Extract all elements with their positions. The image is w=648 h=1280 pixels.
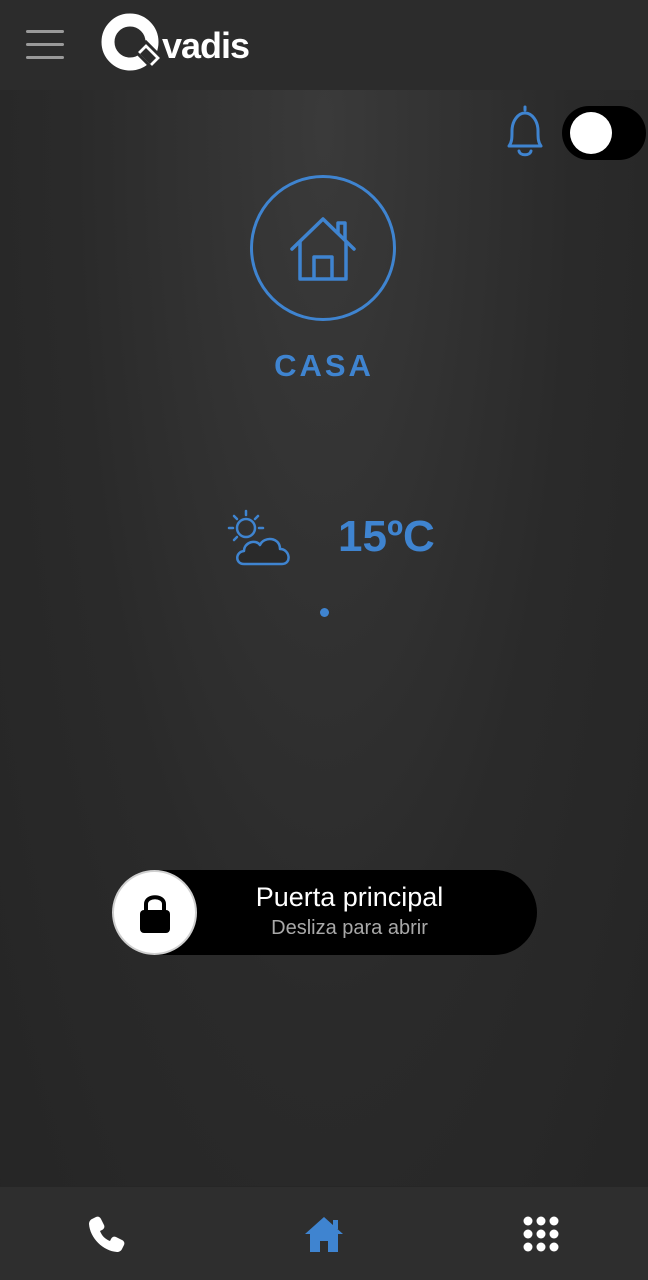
logo-q-mark-icon [101,13,165,71]
hamburger-menu-button[interactable] [24,26,68,62]
qvadis-logo: vadis [100,12,250,78]
top-app-bar: vadis [0,0,648,90]
mode-toggle-switch[interactable] [562,106,646,160]
house-outline-icon [290,217,356,281]
location-label: CASA [274,348,374,383]
temperature-readout: 15ºC [338,512,435,561]
nav-keypad-button[interactable] [518,1211,564,1257]
partly-cloudy-icon [222,506,300,570]
page-indicator-dot[interactable] [320,608,329,617]
bottom-navigation-bar [0,1187,648,1280]
menu-line [26,30,64,33]
home-location-button[interactable] [250,175,396,321]
notifications-bell-icon[interactable] [498,104,552,162]
toggle-knob [570,112,612,154]
lock-icon [139,894,170,933]
logo-wordmark: vadis [162,25,250,66]
app-screen: vadis CASA 15ºC Puerta principal Desliza… [0,0,648,1280]
slider-lock-handle[interactable] [112,870,197,955]
menu-line [26,43,64,46]
phone-icon [89,1216,125,1252]
home-icon [305,1217,343,1252]
slider-hint: Desliza para abrir [271,917,428,939]
door-name: Puerta principal [255,882,444,912]
nav-phone-button[interactable] [84,1211,130,1257]
nav-home-button[interactable] [301,1211,347,1257]
menu-line [26,56,64,59]
keypad-icon [523,1216,559,1252]
door-unlock-slider[interactable]: Puerta principal Desliza para abrir [112,870,537,955]
